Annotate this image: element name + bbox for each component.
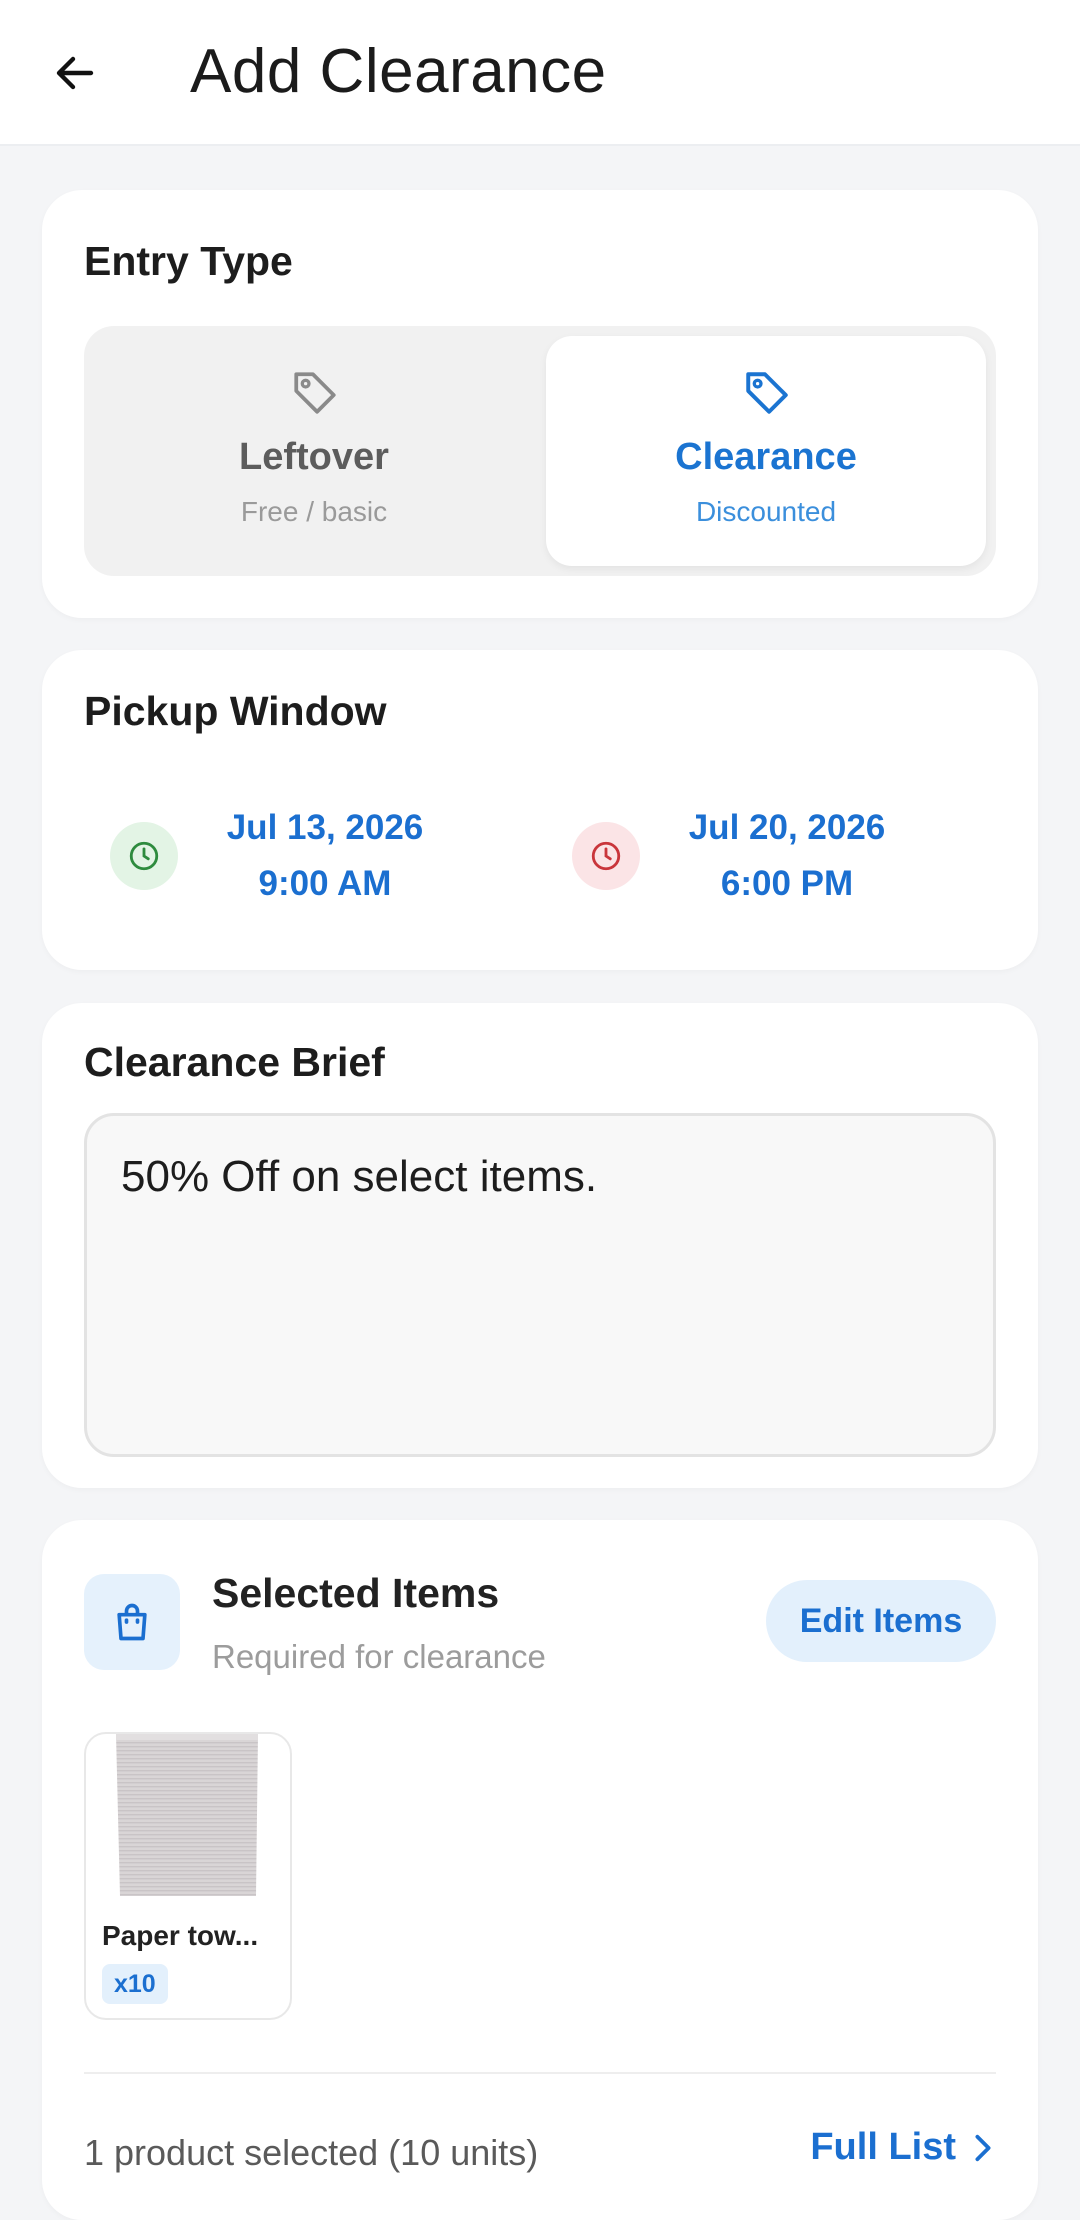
selected-items-card: Selected Items Required for clearance Ed… <box>42 1520 1038 2220</box>
shopping-bag-icon <box>117 1603 147 1641</box>
pickup-window-title: Pickup Window <box>84 688 387 734</box>
edit-items-button[interactable]: Edit Items <box>766 1580 996 1662</box>
entry-type-title: Entry Type <box>84 238 293 284</box>
pickup-end[interactable]: Jul 20, 2026 6:00 PM <box>572 800 972 920</box>
selected-items-title: Selected Items <box>212 1570 500 1616</box>
paper-towel-image <box>116 1734 258 1896</box>
entry-option-clearance[interactable]: Clearance Discounted <box>546 336 986 566</box>
selection-summary: 1 product selected (10 units) <box>84 2132 539 2173</box>
app-bar: Add Clearance <box>0 0 1080 146</box>
tag-icon <box>746 372 788 414</box>
product-card[interactable]: Paper tow... x10 <box>84 1732 292 2020</box>
page-title: Add Clearance <box>190 37 607 106</box>
bag-icon-box <box>84 1574 180 1670</box>
clearance-brief-title: Clearance Brief <box>84 1039 385 1085</box>
leftover-sublabel: Free / basic <box>240 496 388 527</box>
entry-type-selector: Leftover Free / basic Clearance Discount… <box>84 326 996 576</box>
entry-type-card: Entry Type Leftover Free / basic Clearan… <box>42 190 1038 618</box>
back-button[interactable] <box>40 38 110 108</box>
arrow-left-icon <box>56 56 94 90</box>
entry-option-leftover[interactable]: Leftover Free / basic <box>94 336 534 566</box>
pickup-start-time: 9:00 AM <box>258 864 392 903</box>
pickup-end-time: 6:00 PM <box>720 864 854 903</box>
pickup-end-text: Jul 20, 2026 6:00 PM <box>672 800 902 912</box>
clock-icon <box>129 841 159 871</box>
full-list-label: Full List <box>810 2126 956 2168</box>
leftover-label: Leftover <box>239 436 389 478</box>
pickup-window-card: Pickup Window Jul 13, 2026 9:00 AM Jul 2… <box>42 650 1038 970</box>
full-list-link[interactable]: Full List <box>810 2126 996 2169</box>
clearance-label: Clearance <box>675 436 857 478</box>
pickup-start-date: Jul 13, 2026 <box>226 808 424 847</box>
clearance-brief-card: Clearance Brief 50% Off on select items. <box>42 1003 1038 1488</box>
product-name: Paper tow... <box>102 1920 259 1951</box>
pickup-start-text: Jul 13, 2026 9:00 AM <box>210 800 440 912</box>
pickup-start[interactable]: Jul 13, 2026 9:00 AM <box>110 800 510 920</box>
clearance-sublabel: Discounted <box>695 496 837 527</box>
pickup-end-date: Jul 20, 2026 <box>688 808 886 847</box>
end-clock-badge <box>572 822 640 890</box>
clearance-brief-input[interactable]: 50% Off on select items. <box>84 1113 996 1457</box>
product-qty-badge: x10 <box>102 1964 168 2004</box>
clock-icon <box>591 841 621 871</box>
selected-items-subtitle: Required for clearance <box>212 1638 546 1675</box>
chevron-right-icon <box>975 2134 991 2161</box>
start-clock-badge <box>110 822 178 890</box>
tag-icon <box>294 372 336 414</box>
divider <box>84 2072 996 2074</box>
